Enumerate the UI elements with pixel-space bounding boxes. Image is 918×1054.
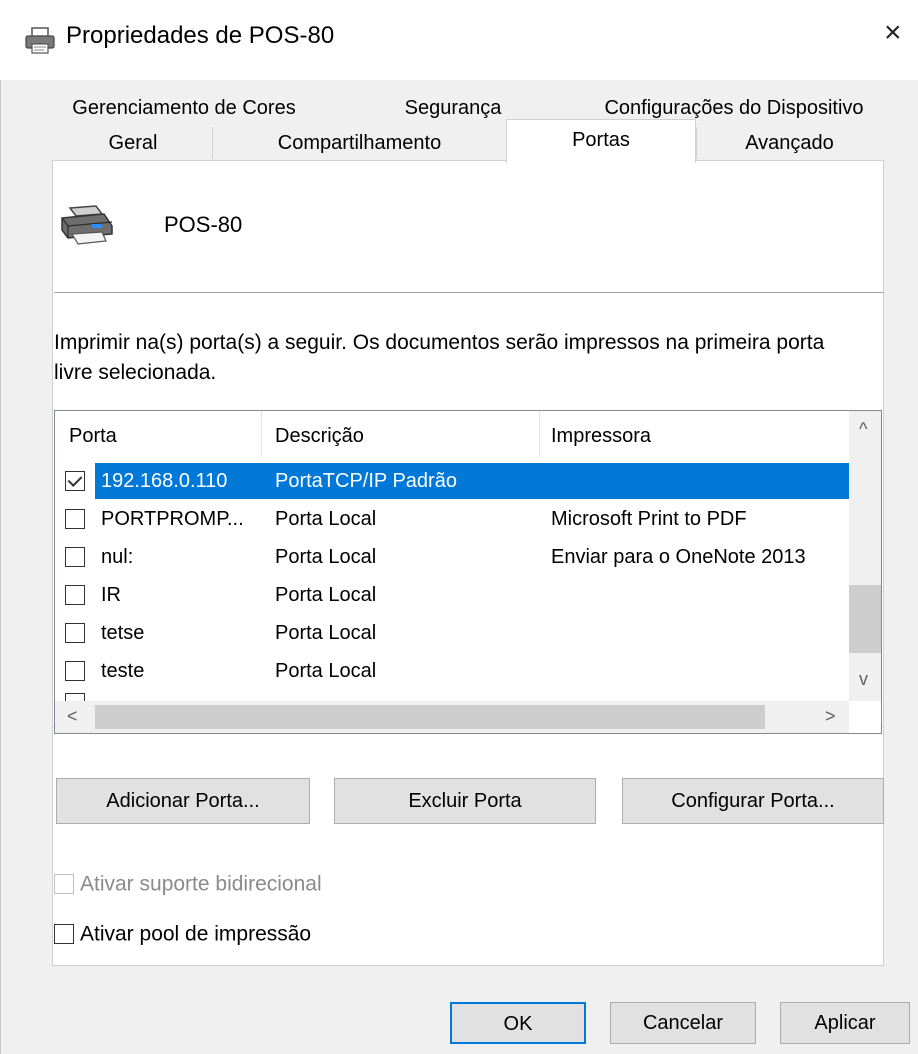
bidirectional-support-checkbox [54,874,74,895]
port-name: PORTPROMP... [101,508,244,530]
port-name: 192.168.0.110 [101,470,228,492]
scroll-right-icon[interactable]: > [825,706,836,727]
list-item[interactable]: nul: Porta Local Enviar para o OneNote 2… [55,539,851,575]
port-description: PortaTCP/IP Padrão [275,470,457,492]
column-header-descricao[interactable]: Descrição [275,425,364,448]
port-checkbox[interactable] [65,623,85,643]
apply-button[interactable]: Aplicar [780,1002,910,1044]
configure-port-button[interactable]: Configurar Porta... [622,778,884,824]
divider [54,292,884,293]
printer-pooling-option[interactable]: Ativar pool de impressão [54,922,311,946]
column-header-porta[interactable]: Porta [69,425,117,448]
horizontal-scrollbar[interactable]: < > [55,701,849,733]
port-checkbox[interactable] [65,471,85,491]
ports-list[interactable]: Porta Descrição Impressora 192.168.0.110… [54,410,882,734]
intro-text: Imprimir na(s) porta(s) a seguir. Os doc… [54,331,825,384]
printer-name: POS-80 [164,212,243,237]
scroll-left-icon[interactable]: < [67,706,78,727]
printer-icon [24,26,56,56]
list-item[interactable]: teste Porta Local [55,653,851,689]
column-separator[interactable] [261,411,262,457]
vertical-scrollbar[interactable]: ^ v [849,411,881,701]
vertical-scroll-thumb[interactable] [849,585,881,653]
printer-pooling-checkbox[interactable] [54,924,74,945]
list-item[interactable]: PORTPROMP... Porta Local Microsoft Print… [55,501,851,537]
list-item[interactable]: 192.168.0.110 PortaTCP/IP Padrão [55,463,851,499]
bidirectional-support-label: Ativar suporte bidirecional [80,872,322,896]
port-description: Porta Local [275,546,377,568]
port-description: Porta Local [275,622,377,644]
printer-icon [56,204,118,246]
printer-pooling-label: Ativar pool de impressão [80,922,312,946]
port-name: tetse [101,622,145,644]
scroll-up-icon[interactable]: ^ [859,419,867,440]
port-printer: Enviar para o OneNote 2013 [551,546,806,568]
tab-avancado[interactable]: Avançado [696,127,882,159]
add-port-button[interactable]: Adicionar Porta... [56,778,310,824]
port-checkbox[interactable] [65,509,85,529]
port-checkbox-partial[interactable] [65,693,85,701]
column-header-impressora[interactable]: Impressora [551,425,651,448]
port-description: Porta Local [275,508,377,530]
port-name: teste [101,660,145,682]
tab-geral[interactable]: Geral [54,127,212,159]
ok-button[interactable]: OK [450,1002,586,1044]
tab-compartilhamento[interactable]: Compartilhamento [212,127,506,159]
port-checkbox[interactable] [65,661,85,681]
horizontal-scroll-thumb[interactable] [95,705,765,729]
delete-port-button[interactable]: Excluir Porta [334,778,596,824]
scroll-down-icon[interactable]: v [859,669,868,690]
window-title: Propriedades de POS-80 [66,22,335,49]
port-checkbox[interactable] [65,547,85,567]
list-item[interactable]: IR Porta Local [55,577,851,613]
tab-gerenciamento-de-cores[interactable]: Gerenciamento de Cores [58,92,310,124]
port-name: IR [101,584,121,606]
window-left-edge [0,0,1,1054]
tab-portas[interactable]: Portas [506,119,696,163]
port-printer: Microsoft Print to PDF [551,508,747,530]
port-checkbox[interactable] [65,585,85,605]
title-bar: Propriedades de POS-80 × [0,0,918,80]
bidirectional-support-option: Ativar suporte bidirecional [54,872,322,896]
port-name: nul: [101,546,134,568]
cancel-button[interactable]: Cancelar [610,1002,756,1044]
port-description: Porta Local [275,584,377,606]
port-description: Porta Local [275,660,377,682]
list-item[interactable]: tetse Porta Local [55,615,851,651]
close-icon[interactable]: × [884,18,902,48]
column-separator[interactable] [539,411,540,457]
